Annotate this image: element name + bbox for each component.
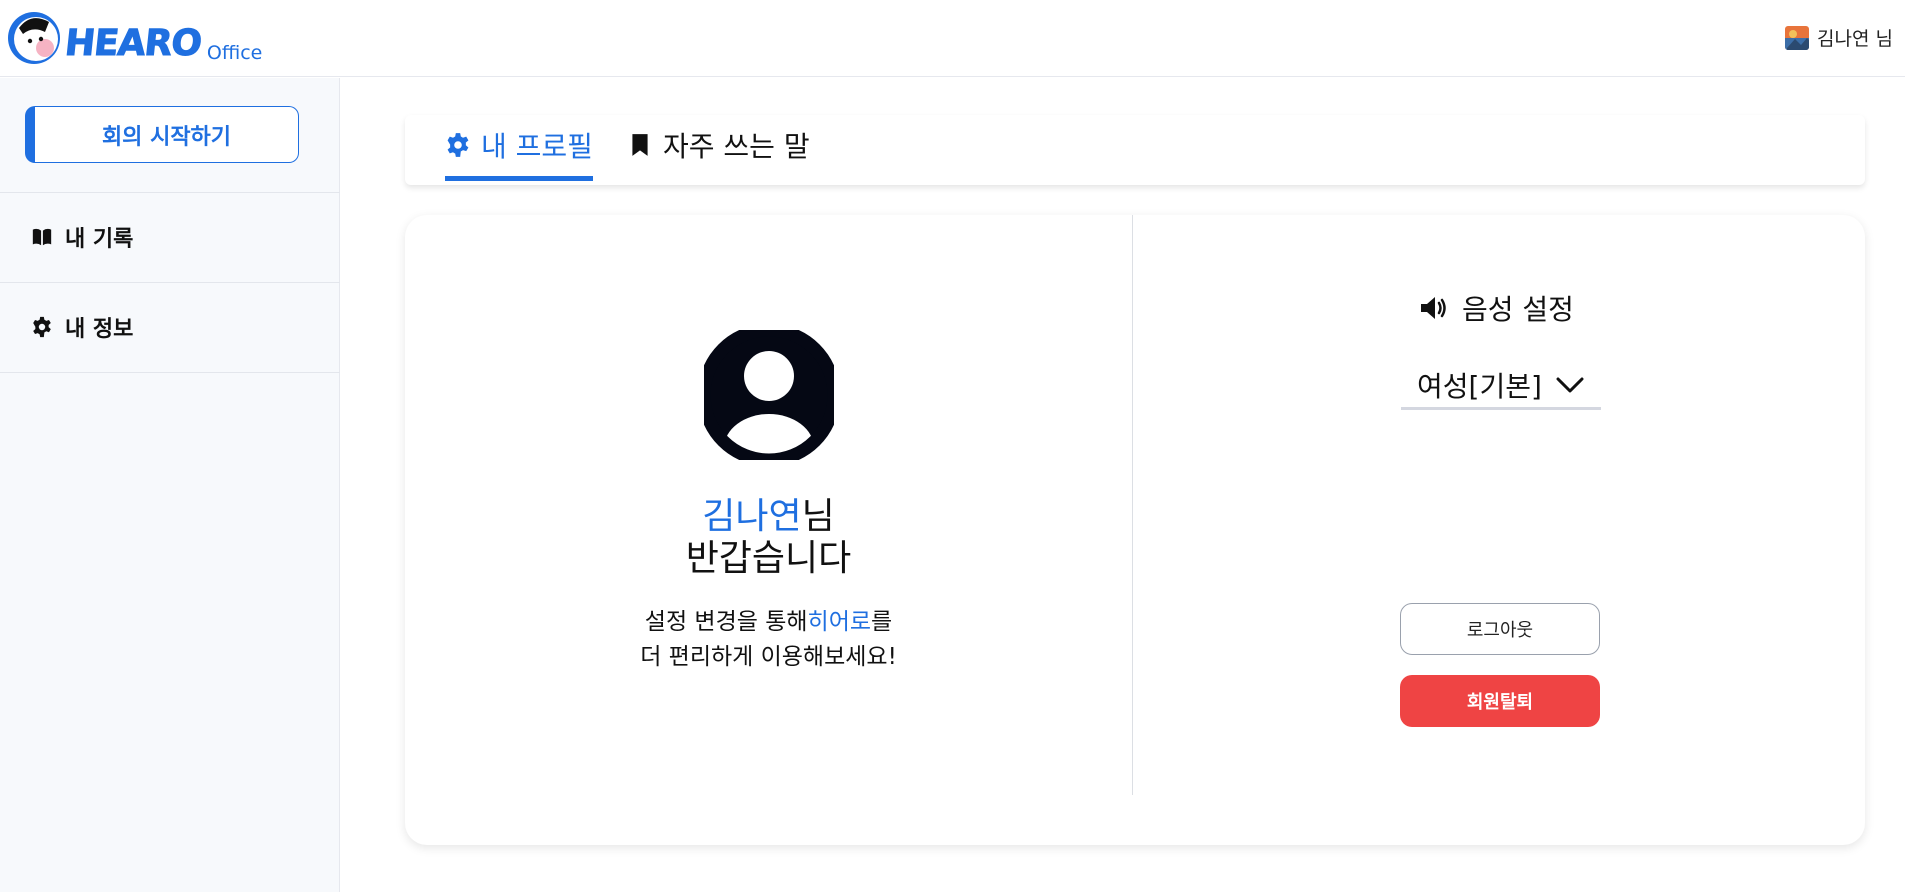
- logout-button[interactable]: 로그아웃: [1400, 603, 1600, 655]
- sidebar-item-label: 내 기록: [65, 227, 134, 252]
- withdraw-account-button[interactable]: 회원탈퇴: [1400, 675, 1600, 727]
- gear-icon: [447, 133, 469, 157]
- profile-avatar-icon: [704, 330, 834, 460]
- profile-description-line2: 더 편리하게 이용해보세요!: [640, 644, 897, 670]
- logo-wordmark: HEARO: [62, 23, 204, 65]
- tab-frequent-phrases[interactable]: 자주 쓰는 말: [627, 115, 810, 175]
- app-logo[interactable]: HEARO Office: [5, 8, 262, 66]
- chevron-down-icon: [1556, 377, 1584, 392]
- card-divider: [1132, 215, 1133, 795]
- logo-mascot-icon: [8, 12, 60, 64]
- logo-subtitle: Office: [206, 42, 263, 64]
- profile-description-line1: 설정 변경을 통해히어로를: [405, 605, 1132, 639]
- profile-tabs: 내 프로필 자주 쓰는 말: [405, 115, 1865, 185]
- profile-greeting: 반갑습니다: [685, 538, 852, 579]
- sidebar-divider: [0, 372, 340, 373]
- user-avatar-thumbnail: [1785, 25, 1810, 50]
- profile-card: 김나연님 반갑습니다 설정 변경을 통해히어로를 더 편리하게 이용해보세요! …: [405, 215, 1865, 845]
- voice-selected-value: 여성[기본]: [1417, 369, 1542, 403]
- user-name: 김나연 님: [1817, 28, 1893, 50]
- tab-label: 내 프로필: [481, 130, 593, 163]
- voice-title-label: 음성 설정: [1462, 293, 1574, 326]
- voice-select[interactable]: 여성[기본]: [1401, 362, 1601, 410]
- desc-suffix: 를: [871, 609, 893, 635]
- profile-name: 김나연: [702, 496, 802, 537]
- book-icon: [32, 228, 52, 246]
- gear-icon: [33, 316, 51, 338]
- sidebar-item-my-records[interactable]: 내 기록: [0, 193, 340, 281]
- tab-label: 자주 쓰는 말: [663, 130, 810, 163]
- desc-brand: 히어로: [807, 609, 872, 635]
- desc-prefix: 설정 변경을 통해: [644, 609, 808, 635]
- tab-my-profile[interactable]: 내 프로필: [445, 115, 593, 181]
- user-menu[interactable]: 김나연 님: [1785, 24, 1893, 51]
- speaker-icon: [1421, 297, 1446, 319]
- sidebar-item-my-info[interactable]: 내 정보: [0, 283, 340, 371]
- top-header: HEARO Office 김나연 님: [0, 0, 1905, 77]
- sidebar-item-label: 내 정보: [65, 317, 134, 342]
- start-meeting-button[interactable]: 회의 시작하기: [25, 106, 299, 163]
- profile-name-line: 김나연님: [405, 495, 1132, 539]
- profile-name-suffix: 님: [801, 496, 835, 537]
- sidebar: 회의 시작하기 내 기록 내 정보: [0, 78, 340, 892]
- bookmark-icon: [632, 134, 648, 156]
- voice-settings-title: 음성 설정: [1418, 288, 1574, 328]
